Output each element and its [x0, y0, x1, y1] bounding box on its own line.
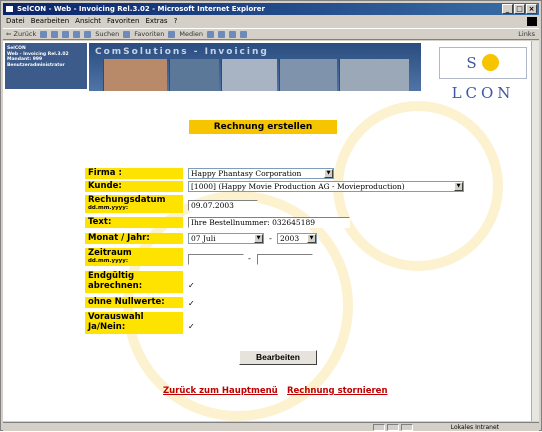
vertical-scrollbar[interactable] [531, 41, 539, 421]
status-cell [373, 424, 385, 431]
cancel-invoice-link[interactable]: Rechnung stornieren [287, 386, 388, 396]
search-icon [84, 30, 92, 38]
status-cell [387, 424, 399, 431]
vorauswahl-label: Vorauswahl Ja/Nein: [85, 312, 183, 334]
rechnungsdatum-input[interactable]: 09.07.2003 [188, 200, 258, 211]
maximize-button[interactable]: □ [514, 4, 525, 14]
menu-datei[interactable]: Datei [6, 16, 25, 27]
info-user: Benutzeradministrator [7, 62, 65, 68]
firma-label: Firma : [85, 168, 183, 179]
zeitraum-from-input[interactable] [188, 254, 244, 265]
media-icon [168, 30, 176, 38]
zeitraum-label: Zeitraum dd.mm.yyyy: [85, 248, 183, 266]
vorauswahl-checkbox[interactable]: ✓ [188, 322, 197, 331]
forward-icon[interactable] [40, 30, 48, 38]
chevron-down-icon: ▼ [324, 169, 333, 178]
window-title: SelCON - Web - Invoicing Rel.3.02 - Micr… [17, 5, 265, 13]
back-to-main-menu-link[interactable]: Zurück zum Hauptmenü [163, 386, 278, 396]
ohne-nullwerte-checkbox[interactable]: ✓ [188, 299, 197, 308]
favorites-icon [123, 30, 131, 38]
zeitraum-to-input[interactable] [257, 254, 313, 265]
menu-favoriten[interactable]: Favoriten [107, 16, 139, 27]
chevron-down-icon: ▼ [454, 182, 463, 191]
title-bar[interactable]: SelCON - Web - Invoicing Rel.3.02 - Micr… [3, 3, 539, 15]
header-banner: ComSolutions - Invoicing [89, 43, 421, 91]
chevron-down-icon: ▼ [307, 234, 316, 243]
edit-icon[interactable] [240, 30, 248, 38]
banner-title: ComSolutions - Invoicing [95, 47, 269, 57]
ohne-nullwerte-label: ohne Nullwerte: [85, 297, 183, 308]
tool-bar: ⇐ Zurück Suchen Favoriten Medien Links [3, 28, 539, 40]
page-content: SelCON Web - Invoicing Rel.3.02 Mandant:… [3, 41, 533, 421]
history-icon[interactable] [207, 30, 215, 38]
jahr-select[interactable]: 2003 ▼ [277, 233, 317, 244]
status-bar: Lokales Intranet [3, 422, 539, 431]
zeitraum-separator: - [248, 254, 251, 263]
status-cell [401, 424, 413, 431]
stop-icon[interactable] [51, 30, 59, 38]
date-format-hint: dd.mm.yyyy: [88, 205, 129, 211]
chevron-down-icon: ▼ [254, 234, 263, 243]
text-input[interactable]: Ihre Bestellnummer: 032645189 [188, 217, 350, 228]
bearbeiten-button[interactable]: Bearbeiten [239, 350, 317, 365]
close-button[interactable]: × [526, 4, 537, 14]
mail-icon[interactable] [218, 30, 226, 38]
banner-photo [169, 59, 219, 91]
menu-bar: Datei Bearbeiten Ansicht Favoriten Extra… [3, 16, 539, 27]
windows-logo-icon [527, 17, 537, 26]
back-button[interactable]: ⇐ Zurück [6, 30, 36, 38]
menu-extras[interactable]: Extras [145, 16, 167, 27]
browser-window: SelCON - Web - Invoicing Rel.3.02 - Micr… [0, 0, 542, 431]
banner-photo [103, 59, 167, 91]
search-button[interactable]: Suchen [95, 30, 119, 38]
media-button[interactable]: Medien [179, 30, 203, 38]
menu-bearbeiten[interactable]: Bearbeiten [31, 16, 69, 27]
kunde-label: Kunde: [85, 181, 183, 192]
minimize-button[interactable]: _ [502, 4, 513, 14]
monat-jahr-separator: - [269, 234, 272, 243]
menu-ansicht[interactable]: Ansicht [75, 16, 101, 27]
firma-select[interactable]: Happy Phantasy Corporation ▼ [188, 168, 334, 179]
links-button[interactable]: Links [518, 30, 535, 38]
datum-label: Rechungsdatum dd.mm.yyyy: [85, 195, 183, 213]
refresh-icon[interactable] [62, 30, 70, 38]
session-info: SelCON Web - Invoicing Rel.3.02 Mandant:… [5, 43, 87, 89]
banner-photo [221, 59, 277, 91]
banner-photo [279, 59, 337, 91]
selcon-logo: SLCON [439, 47, 527, 102]
page-title: Rechnung erstellen [189, 120, 337, 134]
ie-app-icon [5, 5, 14, 13]
monat-select[interactable]: 07 Juli ▼ [188, 233, 264, 244]
endgueltig-checkbox[interactable]: ✓ [188, 281, 197, 290]
endgueltig-label: Endgültig abrechnen: [85, 271, 183, 293]
banner-photo [339, 59, 409, 91]
favorites-button[interactable]: Favoriten [134, 30, 164, 38]
date-format-hint: dd.mm.yyyy: [88, 258, 129, 264]
kunde-select[interactable]: [1000] (Happy Movie Production AG - Movi… [188, 181, 464, 192]
home-icon[interactable] [73, 30, 81, 38]
menu-help[interactable]: ? [174, 16, 178, 27]
print-icon[interactable] [229, 30, 237, 38]
text-label: Text: [85, 217, 183, 228]
monat-jahr-label: Monat / Jahr: [85, 233, 183, 244]
